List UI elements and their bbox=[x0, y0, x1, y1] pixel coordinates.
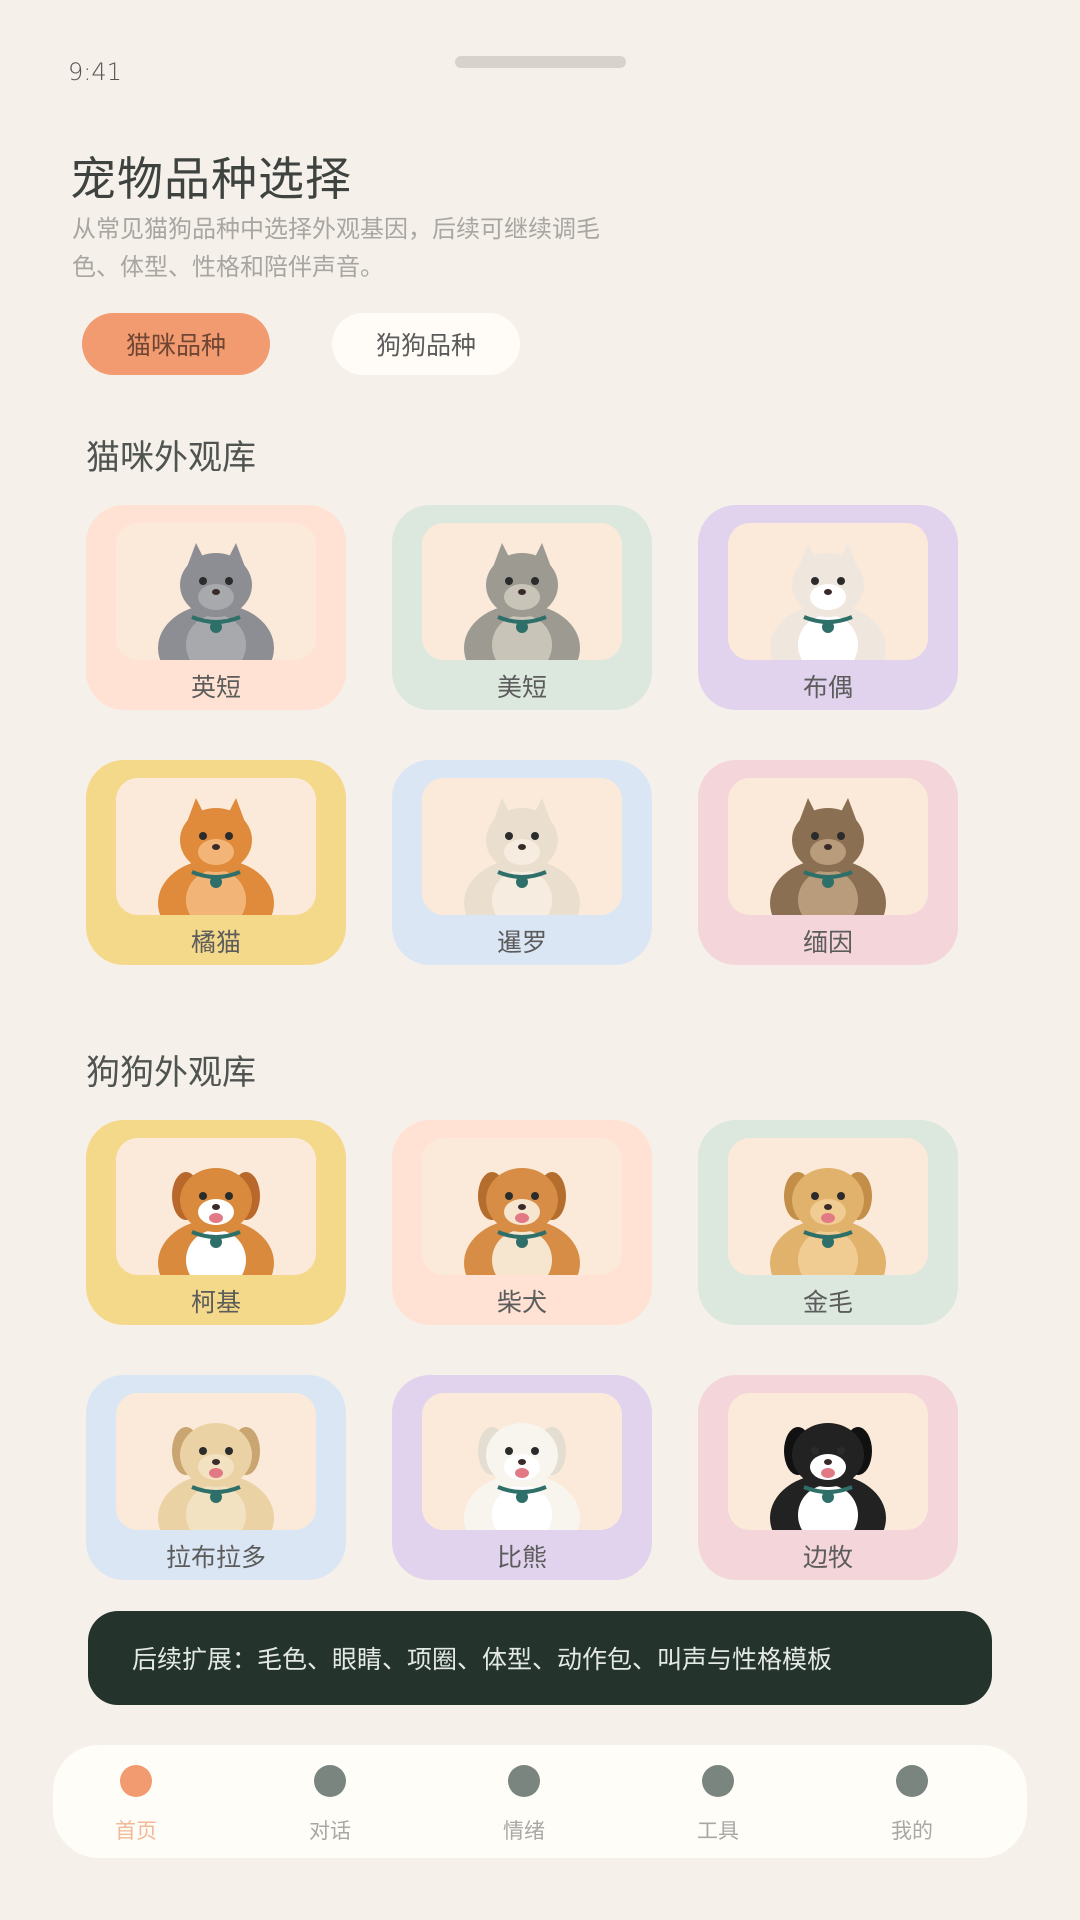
tab-tools[interactable]: 工具 bbox=[658, 1745, 778, 1858]
breed-label: 橘猫 bbox=[190, 928, 241, 957]
expansion-banner: 后续扩展：毛色、眼睛、项圈、体型、动作包、叫声与性格模板 bbox=[88, 1611, 992, 1705]
bottom-tab-bar: 首页 对话 情绪 工具 我的 bbox=[53, 1745, 1027, 1858]
segment-dog-breeds[interactable]: 狗狗品种 bbox=[332, 313, 520, 375]
breed-card-golden-retriever[interactable]: 金毛 bbox=[698, 1120, 958, 1325]
british-shorthair-cat-icon bbox=[116, 523, 316, 660]
tab-label: 情绪 bbox=[503, 1819, 545, 1843]
breed-label: 暹罗 bbox=[496, 928, 547, 957]
breed-label: 缅因 bbox=[802, 928, 853, 957]
breed-card-bichon[interactable]: 比熊 bbox=[392, 1375, 652, 1580]
breed-card-ragdoll[interactable]: 布偶 bbox=[698, 505, 958, 710]
profile-icon bbox=[896, 1765, 928, 1797]
page-subtitle: 从常见猫狗品种中选择外观基因，后续可继续调毛色、体型、性格和陪伴声音。 bbox=[72, 215, 600, 281]
breed-label: 美短 bbox=[496, 673, 547, 702]
breed-label: 英短 bbox=[190, 673, 241, 702]
golden-retriever-dog-icon bbox=[728, 1138, 928, 1275]
breed-card-maine-coon[interactable]: 缅因 bbox=[698, 760, 958, 965]
american-shorthair-cat-icon bbox=[422, 523, 622, 660]
siamese-cat-icon bbox=[422, 778, 622, 915]
breed-card-siamese[interactable]: 暹罗 bbox=[392, 760, 652, 965]
labrador-dog-icon bbox=[116, 1393, 316, 1530]
tools-icon bbox=[702, 1765, 734, 1797]
cat-section-title: 猫咪外观库 bbox=[86, 438, 256, 478]
chat-icon bbox=[314, 1765, 346, 1797]
dog-section-title: 狗狗外观库 bbox=[86, 1053, 256, 1093]
breed-label: 布偶 bbox=[802, 673, 853, 702]
breed-label: 柯基 bbox=[190, 1288, 241, 1317]
breed-label: 柴犬 bbox=[496, 1288, 547, 1317]
tab-label: 对话 bbox=[309, 1819, 351, 1843]
breed-label: 金毛 bbox=[802, 1288, 853, 1317]
banner-text: 后续扩展：毛色、眼睛、项圈、体型、动作包、叫声与性格模板 bbox=[132, 1645, 833, 1674]
breed-card-labrador[interactable]: 拉布拉多 bbox=[86, 1375, 346, 1580]
breed-label: 拉布拉多 bbox=[165, 1543, 266, 1572]
breed-label: 边牧 bbox=[802, 1543, 853, 1572]
breed-card-american-shorthair[interactable]: 美短 bbox=[392, 505, 652, 710]
ragdoll-cat-icon bbox=[728, 523, 928, 660]
breed-card-corgi[interactable]: 柯基 bbox=[86, 1120, 346, 1325]
notch-bar bbox=[455, 56, 626, 68]
breed-label: 比熊 bbox=[496, 1543, 547, 1572]
corgi-dog-icon bbox=[116, 1138, 316, 1275]
segment-cat-breeds[interactable]: 猫咪品种 bbox=[82, 313, 270, 375]
bichon-dog-icon bbox=[422, 1393, 622, 1530]
tab-chat[interactable]: 对话 bbox=[270, 1745, 390, 1858]
breed-card-british-shorthair[interactable]: 英短 bbox=[86, 505, 346, 710]
border-collie-dog-icon bbox=[728, 1393, 928, 1530]
status-time: 9:41 bbox=[68, 58, 122, 86]
shiba-dog-icon bbox=[422, 1138, 622, 1275]
tab-label: 工具 bbox=[697, 1819, 739, 1843]
tab-label: 首页 bbox=[115, 1819, 157, 1843]
maine-coon-cat-icon bbox=[728, 778, 928, 915]
breed-card-shiba[interactable]: 柴犬 bbox=[392, 1120, 652, 1325]
orange-tabby-cat-icon bbox=[116, 778, 316, 915]
tab-profile[interactable]: 我的 bbox=[852, 1745, 972, 1858]
breed-card-border-collie[interactable]: 边牧 bbox=[698, 1375, 958, 1580]
page-title: 宠物品种选择 bbox=[70, 152, 352, 206]
tab-mood[interactable]: 情绪 bbox=[464, 1745, 584, 1858]
breed-card-orange-tabby[interactable]: 橘猫 bbox=[86, 760, 346, 965]
home-icon bbox=[120, 1765, 152, 1797]
tab-label: 我的 bbox=[891, 1819, 933, 1843]
mood-icon bbox=[508, 1765, 540, 1797]
tab-home[interactable]: 首页 bbox=[76, 1745, 196, 1858]
